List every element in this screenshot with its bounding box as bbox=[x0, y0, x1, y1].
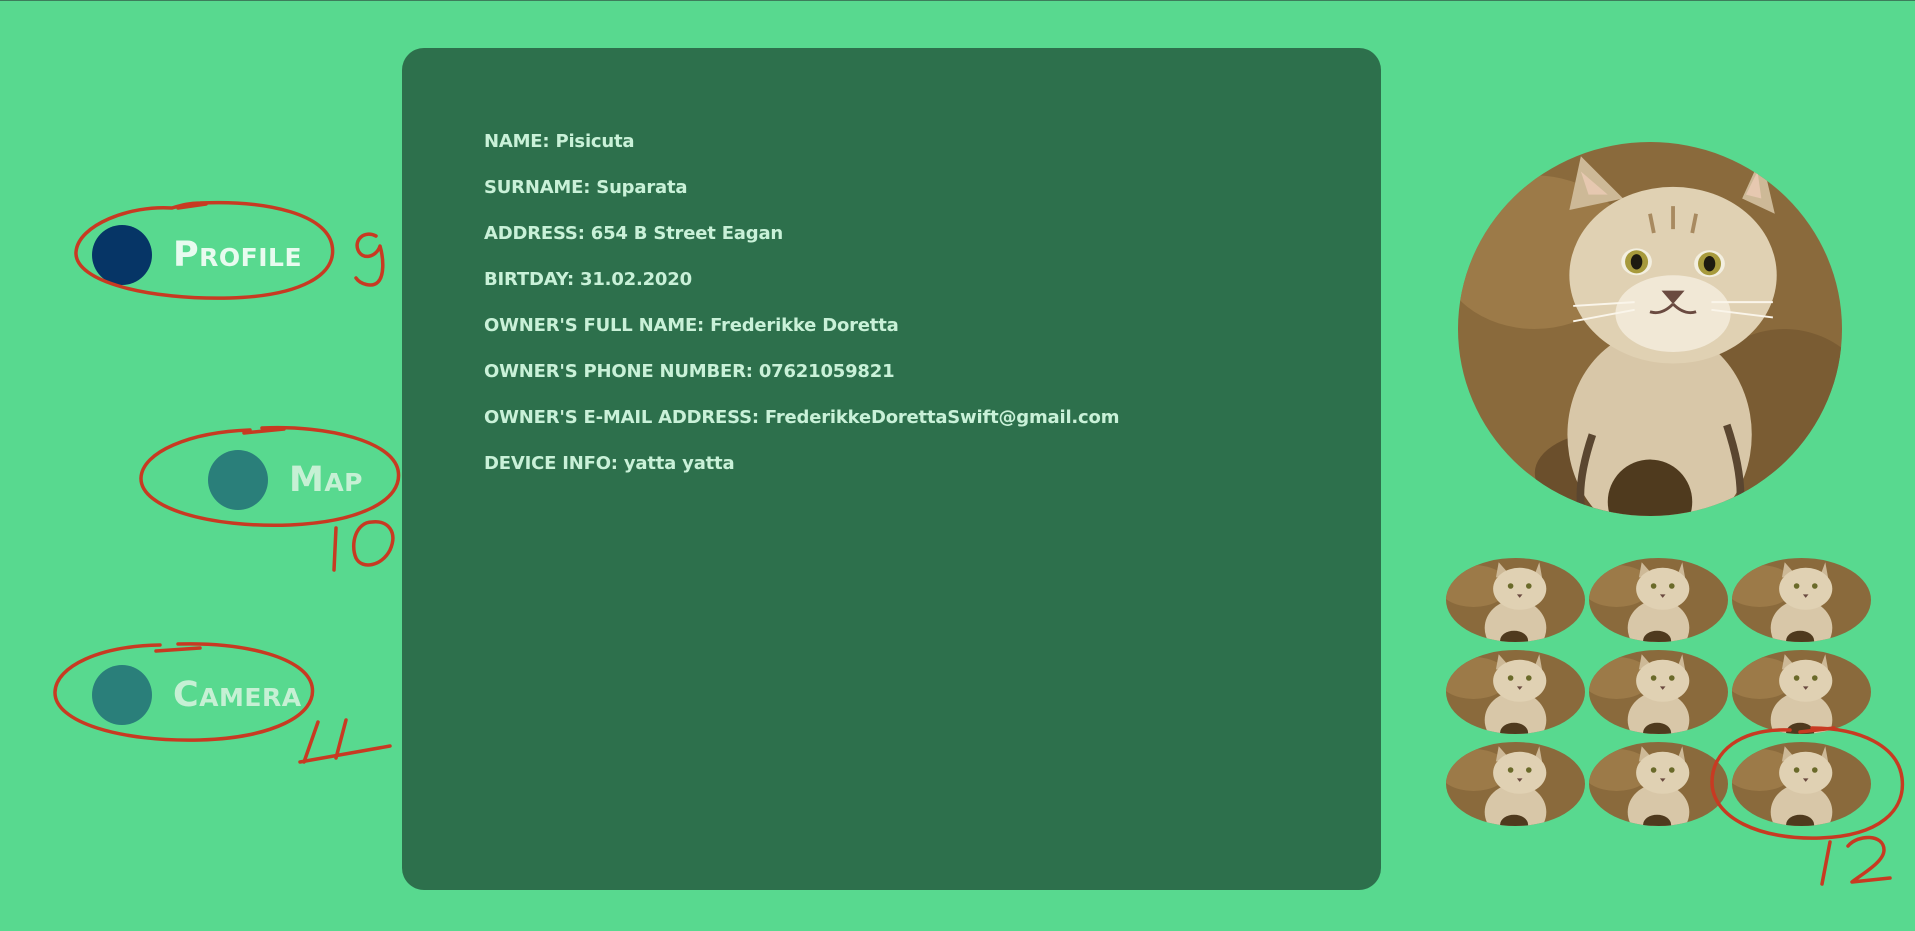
thumbnail-2[interactable] bbox=[1589, 558, 1728, 642]
thumbnail-4[interactable] bbox=[1446, 650, 1585, 734]
annotation-number-9 bbox=[354, 232, 385, 287]
field-address: ADDRESS: 654 B Street Eagan bbox=[484, 223, 784, 244]
nav-item-map[interactable]: Map bbox=[208, 450, 363, 510]
annotation-number-12-one bbox=[1820, 840, 1832, 886]
nav-label-map: Map bbox=[289, 460, 363, 500]
sand-cat-thumb-icon bbox=[1732, 558, 1871, 642]
sand-cat-photo-icon bbox=[1458, 142, 1842, 516]
thumbnail-3[interactable] bbox=[1732, 558, 1871, 642]
sand-cat-thumb-icon bbox=[1446, 650, 1585, 734]
nav-label-profile: Profile bbox=[173, 235, 303, 275]
annotation-number-10-one bbox=[332, 526, 338, 572]
field-owner-email: OWNER'S E-MAIL ADDRESS: FrederikkeDorett… bbox=[484, 407, 1120, 428]
nav-item-profile[interactable]: Profile bbox=[92, 225, 302, 285]
thumbnail-7[interactable] bbox=[1446, 742, 1585, 826]
profile-dot-icon bbox=[92, 225, 152, 285]
thumbnail-8[interactable] bbox=[1589, 742, 1728, 826]
sand-cat-thumb-icon bbox=[1446, 558, 1585, 642]
sand-cat-thumb-icon bbox=[1589, 742, 1728, 826]
profile-field-list: NAME: Pisicuta SURNAME: Suparata ADDRESS… bbox=[484, 131, 1119, 499]
profile-info-panel: NAME: Pisicuta SURNAME: Suparata ADDRESS… bbox=[402, 48, 1381, 890]
field-owner-name: OWNER'S FULL NAME: Frederikke Doretta bbox=[484, 315, 899, 336]
sand-cat-thumb-icon bbox=[1589, 650, 1728, 734]
sand-cat-thumb-icon bbox=[1589, 558, 1728, 642]
camera-dot-icon bbox=[92, 665, 152, 725]
annotation-tick-map bbox=[242, 427, 286, 435]
annotation-tick-profile bbox=[176, 202, 208, 210]
nav-item-camera[interactable]: Camera bbox=[92, 665, 302, 725]
thumbnail-grid bbox=[1446, 558, 1874, 826]
field-device-info: DEVICE INFO: yatta yatta bbox=[484, 453, 735, 474]
thumbnail-1[interactable] bbox=[1446, 558, 1585, 642]
field-birthday: BIRTDAY: 31.02.2020 bbox=[484, 269, 692, 290]
annotation-number-11-base bbox=[298, 744, 392, 764]
main-cat-photo bbox=[1458, 142, 1842, 516]
thumbnail-9[interactable] bbox=[1732, 742, 1871, 826]
annotation-tick-camera bbox=[154, 646, 202, 653]
top-border bbox=[0, 0, 1915, 1]
thumbnail-5[interactable] bbox=[1589, 650, 1728, 734]
sand-cat-thumb-icon bbox=[1732, 650, 1871, 734]
annotation-number-10-zero bbox=[351, 520, 395, 567]
thumbnail-6[interactable] bbox=[1732, 650, 1871, 734]
nav-label-camera: Camera bbox=[173, 675, 302, 715]
sand-cat-thumb-icon bbox=[1732, 742, 1871, 826]
annotation-number-11-one-a bbox=[302, 720, 320, 764]
annotation-number-12-two bbox=[1846, 835, 1892, 884]
map-dot-icon bbox=[208, 450, 268, 510]
field-name: NAME: Pisicuta bbox=[484, 131, 635, 152]
annotation-number-11-one-b bbox=[334, 718, 348, 760]
field-owner-phone: OWNER'S PHONE NUMBER: 07621059821 bbox=[484, 361, 895, 382]
field-surname: SURNAME: Suparata bbox=[484, 177, 688, 198]
sand-cat-thumb-icon bbox=[1446, 742, 1585, 826]
